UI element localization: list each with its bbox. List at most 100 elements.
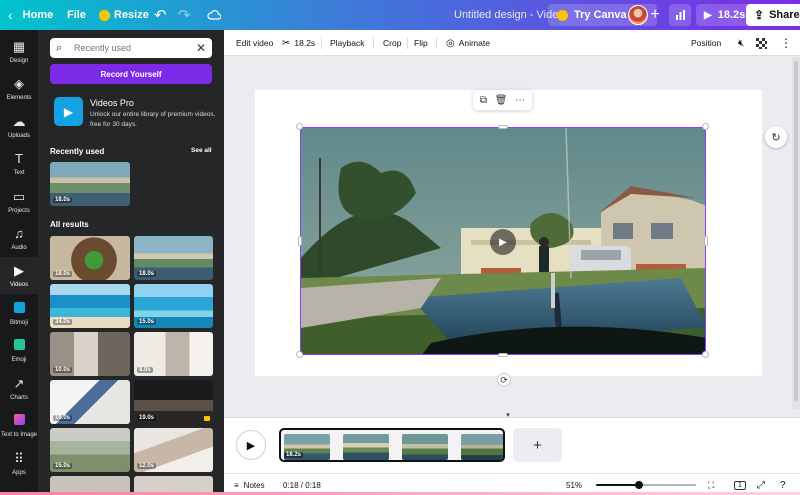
video-result-thumbnail[interactable]: 18.0s — [50, 236, 130, 280]
rail-label: Text — [13, 169, 25, 176]
scissors-icon: ✂ — [282, 37, 291, 49]
share-button[interactable]: ⇪ Share — [746, 4, 800, 26]
trim-duration-button[interactable]: ✂ 18.2s — [282, 30, 315, 56]
video-result-thumbnail[interactable]: 15.0s — [134, 284, 213, 328]
playback-button[interactable]: Playback — [330, 30, 365, 56]
position-button[interactable]: Position — [691, 30, 721, 56]
recent-video-thumbnail[interactable]: 18.0s — [50, 162, 130, 206]
rail-item-audio[interactable]: ♫ Audio — [0, 220, 38, 257]
more-options-icon[interactable]: ⋮ — [780, 30, 792, 56]
home-button[interactable]: ‹ Home — [8, 0, 53, 30]
video-result-thumbnail[interactable]: 8.0s — [134, 332, 213, 376]
file-menu[interactable]: File — [67, 0, 86, 30]
duration-label: 19.0s — [137, 415, 157, 421]
resize-label: Resize — [114, 9, 149, 21]
resize-handle-bottom[interactable] — [498, 353, 508, 357]
scrollbar-thumb[interactable] — [794, 61, 798, 401]
rail-item-text[interactable]: T Text — [0, 145, 38, 182]
rail-label: Audio — [11, 244, 27, 251]
duration-label: 10.0s — [53, 367, 73, 373]
video-result-thumbnail[interactable]: 19.0s — [50, 380, 130, 424]
insights-icon[interactable] — [669, 4, 691, 26]
timeline-play-button[interactable]: ▶ — [236, 430, 266, 460]
clip-duration-label: 18.2s — [284, 452, 304, 458]
clip-frame — [402, 434, 448, 460]
search-input[interactable] — [74, 43, 196, 53]
flip-button[interactable]: Flip — [414, 30, 428, 56]
clear-search-icon[interactable]: ✕ — [196, 41, 206, 55]
selected-video-element[interactable]: ▶ — [300, 127, 706, 355]
rail-item-apps[interactable]: ⠿ Apps — [0, 445, 38, 482]
chevron-left-icon: ‹ — [8, 7, 13, 23]
video-result-thumbnail[interactable]: 18.0s — [134, 236, 213, 280]
undo-icon[interactable]: ↶ — [154, 0, 167, 30]
crop-button[interactable]: Crop — [383, 30, 401, 56]
trash-icon[interactable]: 🗑︎ — [495, 95, 508, 106]
video-result-thumbnail[interactable]: 19.0s — [134, 380, 213, 424]
share-icon: ⇪ — [754, 8, 765, 22]
rail-label: Apps — [12, 469, 26, 476]
rail-item-uploads[interactable]: ☁ Uploads — [0, 108, 38, 145]
video-result-thumbnail[interactable]: 15.0s — [50, 428, 130, 472]
edit-video-button[interactable]: Edit video — [236, 30, 273, 56]
rail-item-design[interactable]: ▦ Design — [0, 33, 38, 70]
resize-handle-bottom-right[interactable] — [702, 351, 709, 358]
rail-item-videos[interactable]: ▶ Videos — [0, 257, 38, 294]
search-box[interactable]: ⌕ ✕ — [50, 38, 212, 58]
rail-label: Uploads — [7, 132, 30, 139]
video-icon: ▶ — [14, 262, 24, 278]
timeline-toggle-icon[interactable]: ▾ — [501, 412, 515, 419]
cloud-save-icon[interactable] — [207, 0, 221, 30]
resize-handle-top-right[interactable] — [702, 123, 709, 130]
music-icon: ♫ — [14, 225, 24, 241]
notes-label: Notes — [243, 480, 265, 490]
resize-handle-right[interactable] — [704, 236, 708, 246]
mute-icon[interactable]: 🔇︎ — [738, 30, 748, 56]
redo-icon[interactable]: ↷ — [178, 0, 191, 30]
duration-label: 18.0s — [53, 271, 73, 277]
more-horizontal-icon[interactable]: ⋯ — [515, 95, 525, 106]
top-bar: ‹ Home File Resize ↶ ↷ Untitled design - … — [0, 0, 800, 30]
present-play-button[interactable]: ▶ 18.2s — [696, 4, 754, 26]
elements-icon: ◈ — [14, 75, 24, 91]
animate-button[interactable]: ◎ Animate — [446, 30, 490, 56]
add-people-icon[interactable]: + — [648, 0, 662, 30]
rail-item-emoji[interactable]: Emoji — [0, 332, 38, 369]
resize-handle-bottom-left[interactable] — [296, 351, 303, 358]
share-label: Share — [769, 9, 800, 21]
rail-item-elements[interactable]: ◈ Elements — [0, 70, 38, 107]
videos-pro-icon[interactable]: ▶ — [54, 97, 83, 126]
add-page-button[interactable]: + — [513, 428, 562, 462]
resize-button[interactable]: Resize — [99, 0, 149, 30]
video-result-thumbnail[interactable]: 12.0s — [134, 428, 213, 472]
videos-panel: ⌕ ✕ Record Yourself ▶ Videos Pro Unlock … — [38, 30, 224, 495]
upload-icon: ☁ — [12, 113, 26, 129]
videos-pro-title[interactable]: Videos Pro — [90, 98, 134, 108]
transparency-icon[interactable] — [756, 30, 767, 56]
resize-handle-top-left[interactable] — [296, 123, 303, 130]
video-play-button[interactable]: ▶ — [490, 229, 516, 255]
rotate-handle-icon[interactable]: ⟳ — [497, 373, 511, 387]
floating-element-toolbar: ⧉ 🗑︎ ⋯ — [473, 90, 532, 110]
rail-item-projects[interactable]: ▭ Projects — [0, 183, 38, 220]
rail-item-bitmoji[interactable]: Bitmoji — [0, 295, 38, 332]
avatar[interactable] — [628, 5, 648, 25]
video-result-thumbnail[interactable]: 34.0s — [50, 284, 130, 328]
zoom-slider-knob[interactable] — [635, 481, 643, 489]
resize-handle-left[interactable] — [298, 236, 302, 246]
refresh-icon[interactable]: ↻ — [765, 126, 787, 148]
speaker-off-icon: 🔇︎ — [738, 37, 745, 49]
rail-label: Emoji — [11, 356, 27, 363]
rail-item-charts[interactable]: ↗ Charts — [0, 370, 38, 407]
toolbar-divider — [321, 37, 322, 49]
emoji-icon — [13, 338, 25, 354]
resize-handle-top[interactable] — [498, 125, 508, 129]
see-all-link[interactable]: See all — [191, 147, 212, 154]
duplicate-icon[interactable]: ⧉ — [480, 95, 487, 106]
vertical-scrollbar[interactable] — [792, 57, 800, 409]
video-clip-strip[interactable]: 18.2s — [279, 428, 505, 462]
zoom-slider[interactable] — [596, 481, 696, 489]
record-yourself-button[interactable]: Record Yourself — [50, 64, 212, 84]
video-result-thumbnail[interactable]: 10.0s — [50, 332, 130, 376]
rail-item-text-to-image[interactable]: Text to Image — [0, 407, 38, 444]
